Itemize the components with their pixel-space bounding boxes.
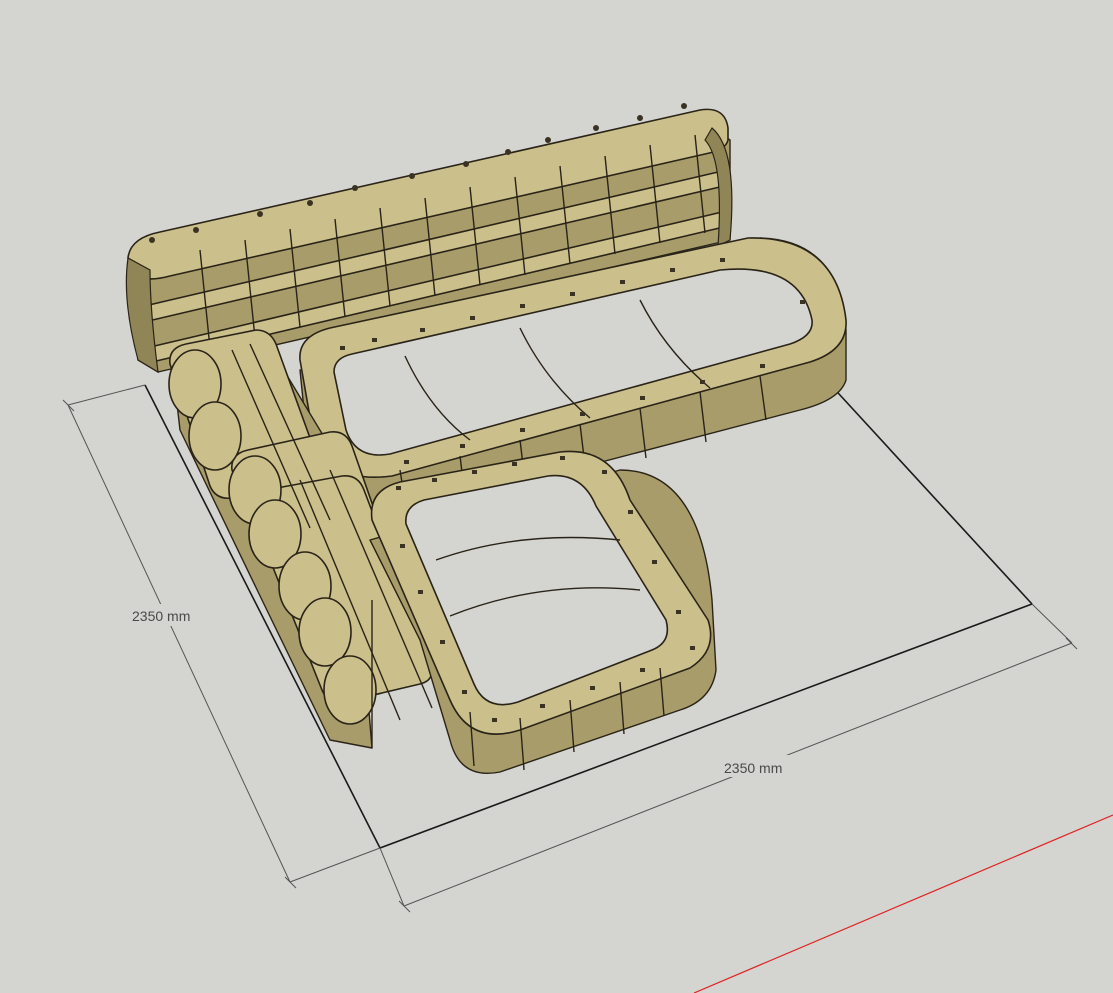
- dimension-left-label: 2350 mm: [132, 608, 190, 624]
- dimension-right-label: 2350 mm: [724, 760, 782, 776]
- model-viewport[interactable]: 2350 mm 2350 mm: [0, 0, 1113, 993]
- red-axis-line: [693, 814, 1113, 993]
- scene-canvas[interactable]: 2350 mm 2350 mm: [0, 0, 1113, 993]
- front-frame-unit[interactable]: [369, 450, 717, 774]
